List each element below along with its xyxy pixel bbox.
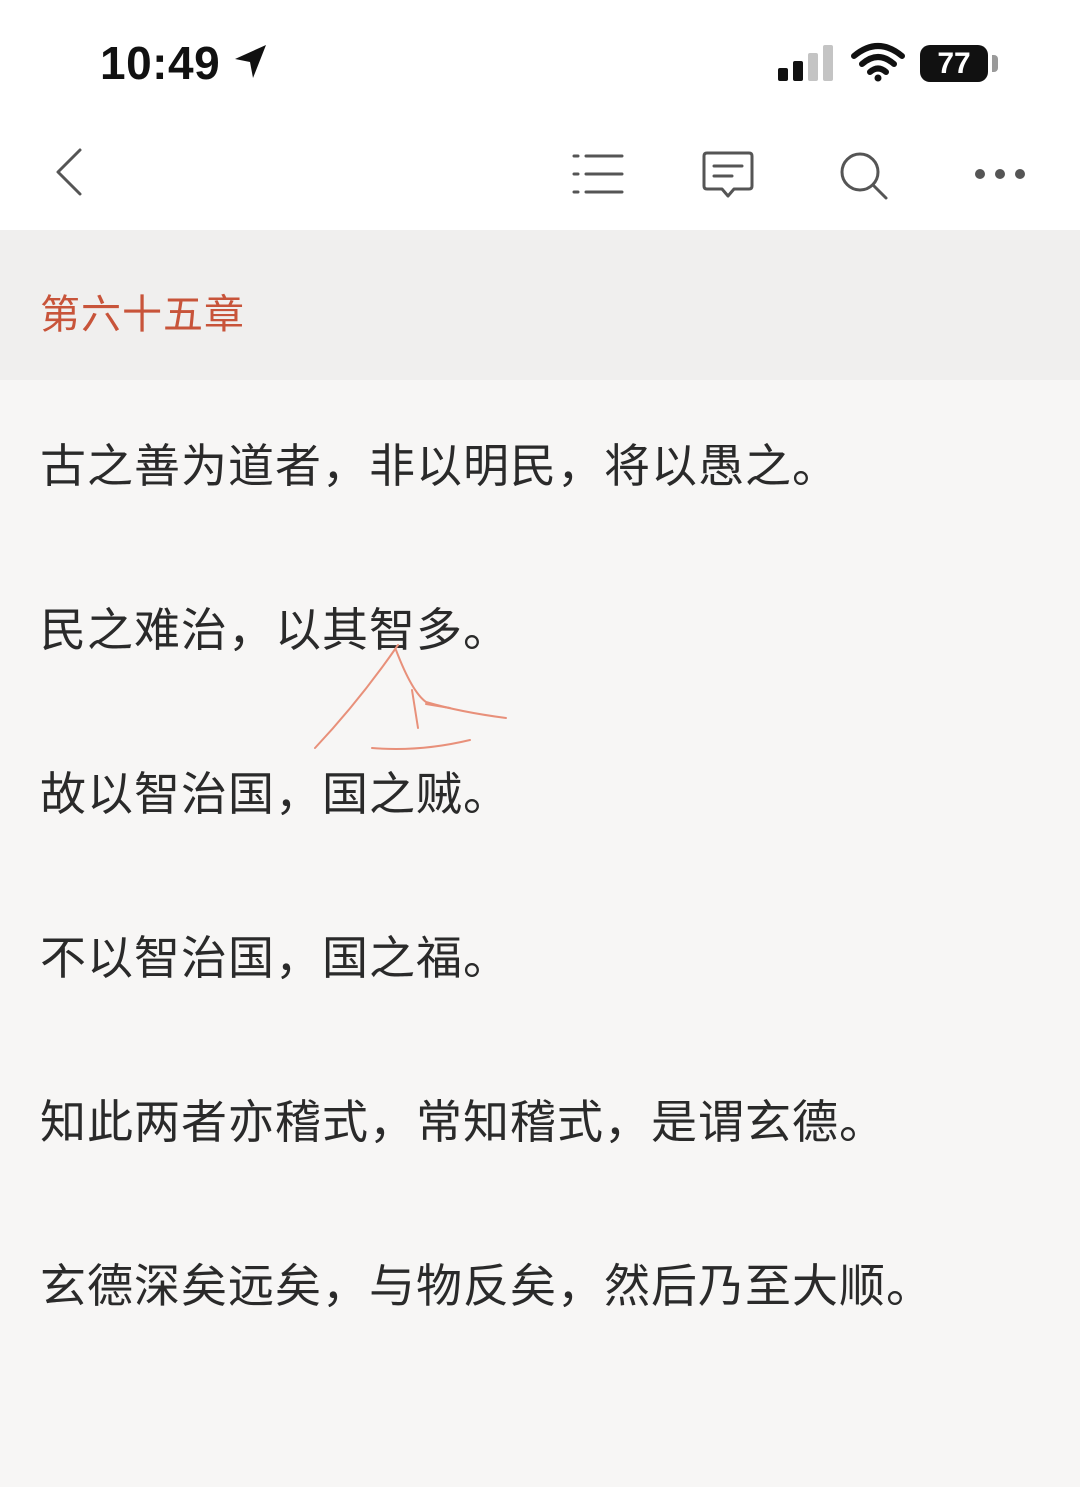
comment-icon[interactable] [702, 150, 754, 200]
text-line: 玄德深矣远矣，与物反矣，然后乃至大顺。 [40, 1259, 933, 1313]
status-time: 10:49 [100, 37, 221, 89]
chapter-title: 第六十五章 [40, 292, 245, 338]
table-of-contents-icon[interactable] [572, 152, 624, 196]
battery-cap [992, 55, 998, 72]
more-icon[interactable] [970, 164, 1030, 184]
handwritten-annotation [314, 644, 507, 750]
reader-toolbar [0, 120, 1080, 230]
cellular-signal-icon [778, 45, 833, 81]
battery-icon: 77 [920, 45, 988, 82]
text-line: 故以智治国，国之贼。 [40, 767, 510, 821]
text-line: 不以智治国，国之福。 [40, 931, 510, 985]
status-bar: 10:49 77 [0, 0, 1080, 120]
search-icon[interactable] [838, 150, 890, 202]
back-chevron-icon[interactable] [48, 146, 88, 198]
wifi-icon [851, 43, 905, 82]
chapter-header: 第六十五章 [0, 230, 1080, 380]
text-line: 知此两者亦稽式，常知稽式，是谓玄德。 [40, 1095, 886, 1149]
location-arrow-icon [235, 45, 266, 78]
text-line: 古之善为道者，非以明民，将以愚之。 [40, 439, 839, 493]
